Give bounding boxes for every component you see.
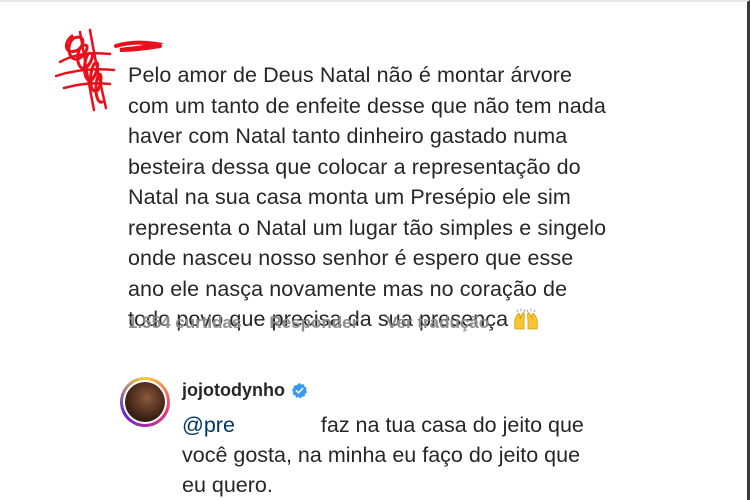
- raising-hands-icon: [514, 308, 538, 330]
- reply-button[interactable]: Responder: [269, 313, 358, 333]
- reply-line: eu quero.: [182, 473, 273, 497]
- translate-button[interactable]: Ver tradução: [386, 313, 489, 333]
- reply-body: @pre faz na tua casa do jeito que você go…: [182, 410, 652, 500]
- comment-line: haver com Natal tanto dinheiro gastado n…: [128, 124, 568, 148]
- reply-header: jojotodynho: [182, 380, 308, 401]
- reply-comment: jojotodynho @pre faz na tua casa do jeito…: [120, 370, 680, 500]
- comment-line: Pelo amor de Deus Natal não é montar árv…: [128, 63, 573, 87]
- comment-line: com um tanto de enfeite desse que não te…: [128, 93, 606, 118]
- avatar-ring: [123, 380, 167, 424]
- reply-line-text: faz na tua casa do jeito que: [320, 413, 584, 437]
- reply-line: @pre faz na tua casa do jeito que: [182, 410, 652, 440]
- username[interactable]: jojotodynho: [182, 380, 285, 401]
- mention-link[interactable]: @pre: [182, 413, 235, 437]
- comment-line: Natal na sua casa monta um Presépio ele …: [128, 185, 571, 209]
- comment-body: Pelo amor de Deus Natal não é montar árv…: [128, 60, 658, 335]
- reply-line: você gosta, na minha eu faço do jeito qu…: [182, 443, 581, 467]
- verified-badge-icon: [291, 382, 308, 399]
- comment-actions: 1.554 curtidas Responder Ver tradução: [128, 313, 489, 333]
- likes-count[interactable]: 1.554 curtidas: [128, 313, 241, 333]
- comment-line: onde nasceu nosso senhor é espero que es…: [128, 246, 574, 270]
- avatar-photo: [125, 382, 165, 422]
- comment-line: besteira dessa que colocar a representaç…: [128, 154, 581, 179]
- comment-line: ano ele nasça novamente mas no coração d…: [128, 276, 568, 301]
- comment-thread: Pelo amor de Deus Natal não é montar árv…: [0, 0, 750, 500]
- comment-line: representa o Natal um lugar tão simples …: [128, 215, 607, 240]
- avatar[interactable]: [120, 377, 170, 427]
